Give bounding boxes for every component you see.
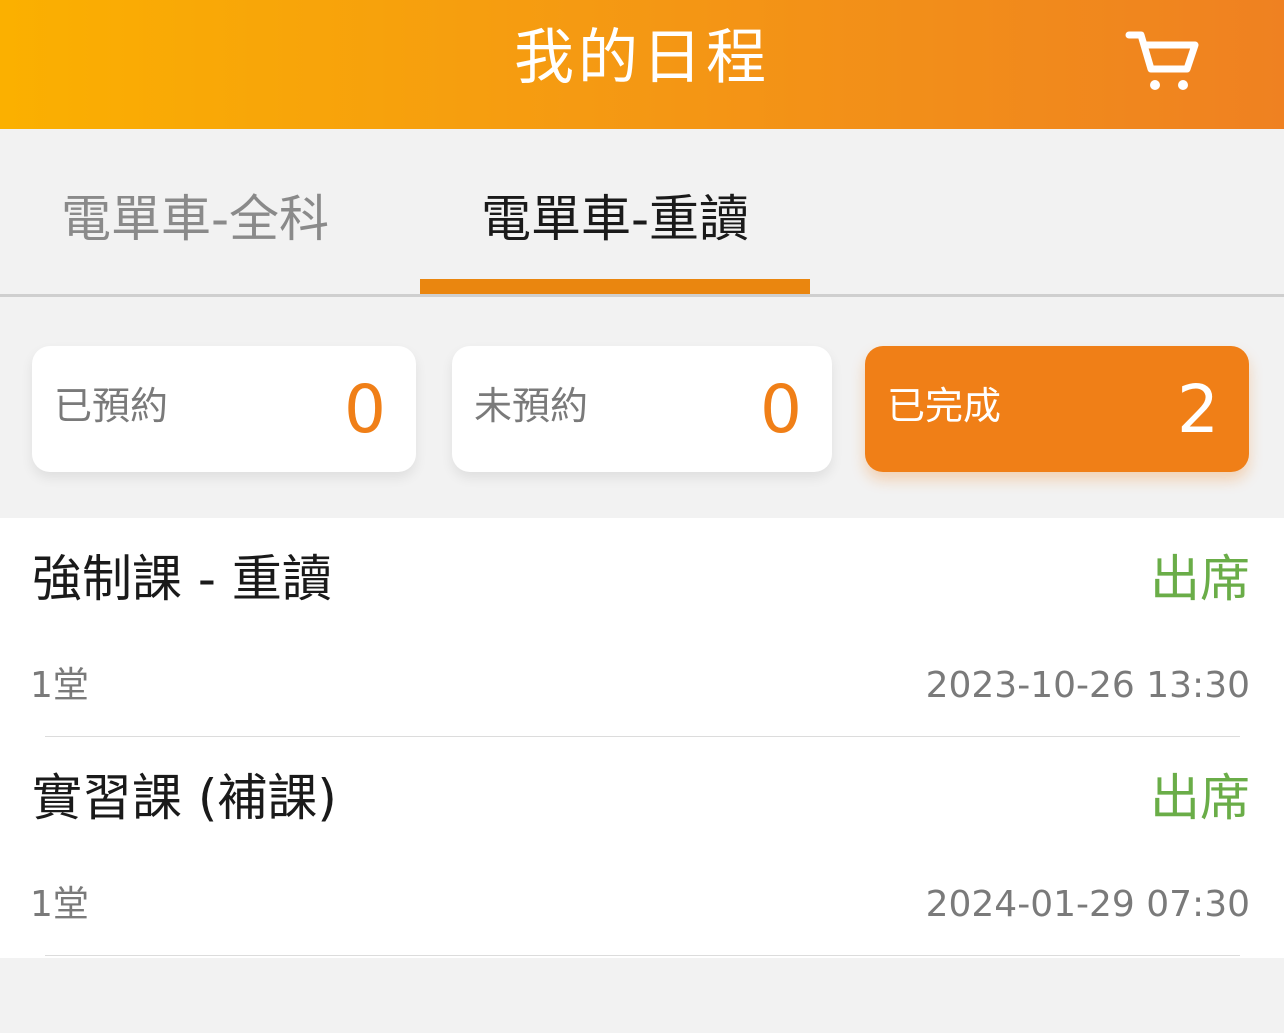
lesson-count: 1堂 bbox=[30, 884, 89, 925]
course-tabs: 電單車-全科 電單車-重讀 bbox=[0, 129, 1284, 297]
completed-count: 2 bbox=[1177, 371, 1219, 448]
completed-label: 已完成 bbox=[887, 384, 1002, 428]
course-title: 實習課 (補課) bbox=[32, 769, 337, 827]
booked-label: 已預約 bbox=[54, 384, 169, 428]
app-header: 我的日程 bbox=[0, 0, 1284, 129]
course-title: 強制課 - 重讀 bbox=[32, 550, 332, 608]
page-title: 我的日程 bbox=[514, 23, 770, 93]
tab-motorcycle-repeat[interactable]: 電單車-重讀 bbox=[420, 189, 810, 269]
lesson-datetime: 2023-10-26 13:30 bbox=[925, 665, 1250, 706]
unbooked-count: 0 bbox=[760, 371, 802, 448]
schedule-list: 強制課 - 重讀 出席 1堂 2023-10-26 13:30 實習課 (補課)… bbox=[0, 518, 1284, 958]
unbooked-label: 未預約 bbox=[474, 384, 589, 428]
tab-motorcycle-full[interactable]: 電單車-全科 bbox=[30, 189, 360, 269]
list-item[interactable]: 實習課 (補課) 出席 1堂 2024-01-29 07:30 bbox=[0, 737, 1284, 956]
booked-count: 0 bbox=[344, 371, 386, 448]
schedule-screen: 我的日程 電單車-全科 電單車-重讀 已預約 0 未預約 0 已完成 2 強制課… bbox=[0, 0, 1284, 1033]
lesson-count: 1堂 bbox=[30, 665, 89, 706]
booked-filter-card[interactable]: 已預約 0 bbox=[32, 346, 416, 472]
row-divider bbox=[45, 955, 1240, 956]
list-item[interactable]: 強制課 - 重讀 出席 1堂 2023-10-26 13:30 bbox=[0, 518, 1284, 737]
completed-filter-card[interactable]: 已完成 2 bbox=[865, 346, 1249, 472]
active-tab-indicator bbox=[420, 279, 810, 294]
shopping-cart-icon bbox=[1123, 25, 1203, 99]
cart-button[interactable] bbox=[1118, 26, 1208, 98]
attendance-status: 出席 bbox=[1150, 550, 1250, 608]
lesson-datetime: 2024-01-29 07:30 bbox=[925, 884, 1250, 925]
attendance-status: 出席 bbox=[1150, 769, 1250, 827]
unbooked-filter-card[interactable]: 未預約 0 bbox=[452, 346, 832, 472]
